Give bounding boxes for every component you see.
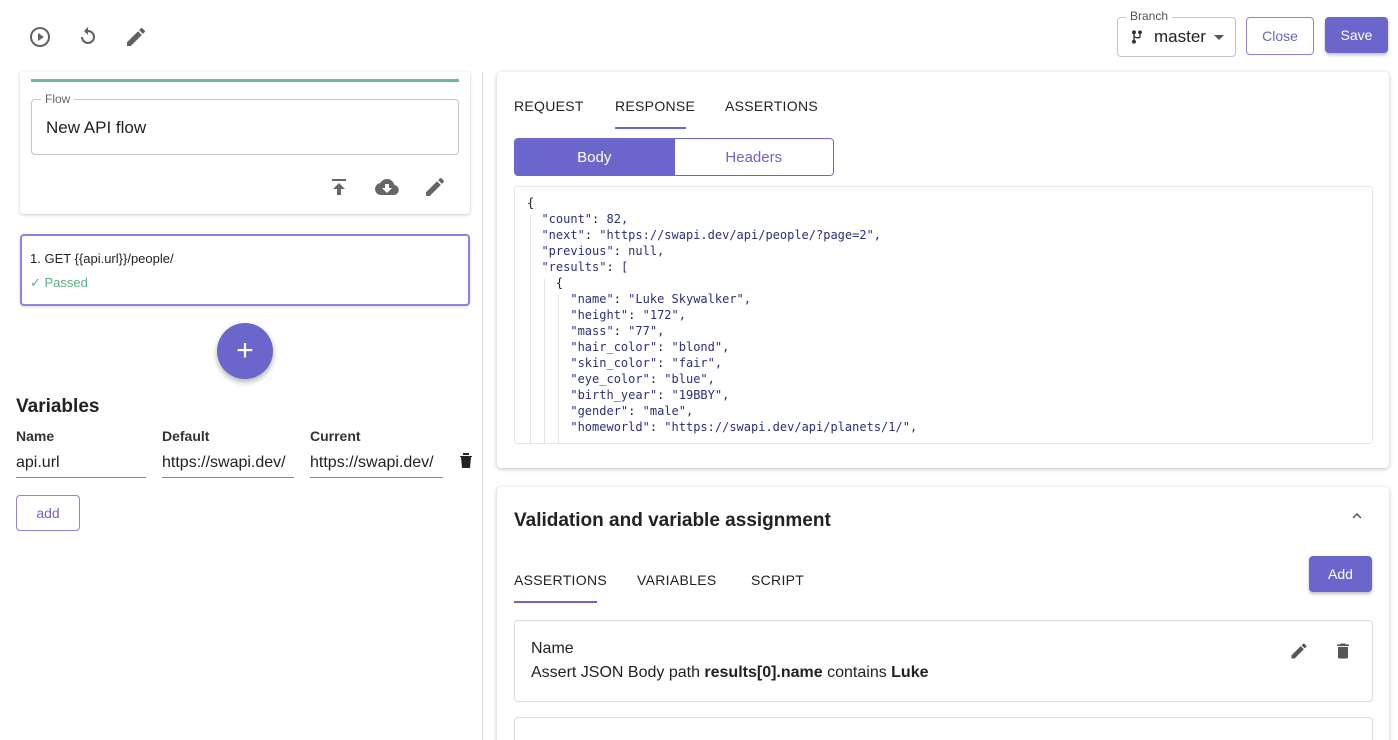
edit-assertion-icon[interactable] [1289,641,1309,661]
step-card[interactable]: 1. GET {{api.url}}/people/ ✓ Passed [20,234,470,306]
progress-bar [31,79,459,82]
tab-val-assertions[interactable]: ASSERTIONS [514,572,607,588]
upload-icon[interactable] [327,175,351,199]
flow-field-label: Flow [41,92,75,106]
flow-name-field[interactable]: Flow New API flow [31,92,459,155]
tab-request[interactable]: REQUEST [514,98,584,114]
var-current-input[interactable]: https://swapi.dev/ [310,452,443,478]
assertion-item: Name Assert JSON Body path results[0].na… [514,620,1373,702]
add-variable-button[interactable]: add [16,495,80,531]
body-headers-toggle: Body Headers [514,138,834,176]
segment-headers[interactable]: Headers [673,139,833,175]
close-button[interactable]: Close [1246,17,1314,55]
tab-response[interactable]: RESPONSE [615,98,695,114]
validation-title: Validation and variable assignment [514,510,831,531]
pencil-icon[interactable] [423,175,447,199]
delete-assertion-icon[interactable] [1333,641,1353,661]
response-body-viewer[interactable]: { "count": 82, "next": "https://swapi.de… [514,186,1373,444]
assertion-item [514,717,1373,740]
tab-val-script[interactable]: SCRIPT [751,572,804,588]
var-header-default: Default [162,428,210,444]
edit-flow-icon[interactable] [123,24,149,50]
assertion-path: results[0].name [704,664,823,681]
add-step-button[interactable]: + [217,323,273,379]
git-branch-icon [1131,30,1142,44]
variables-title: Variables [16,396,100,417]
validation-card: Validation and variable assignment ASSER… [497,487,1389,740]
assertion-value: Luke [891,664,929,681]
flow-name-value: New API flow [46,118,147,137]
step-status: ✓ Passed [30,275,88,290]
tab-assertions[interactable]: ASSERTIONS [725,98,818,114]
panel-divider [482,72,483,740]
save-button[interactable]: Save [1325,17,1388,53]
indent-guide [544,279,545,443]
plus-icon: + [236,334,254,367]
response-card: REQUEST RESPONSE ASSERTIONS Body Headers… [497,72,1389,468]
tab-val-assertions-indicator [514,601,597,603]
reset-icon[interactable] [75,24,101,50]
response-body-text: { "count": 82, "next": "https://swapi.de… [527,196,918,434]
branch-value: master [1154,27,1206,46]
var-name-input[interactable]: api.url [16,452,146,478]
tab-val-variables[interactable]: VARIABLES [637,572,716,588]
assertion-description: Assert JSON Body path results[0].name co… [531,664,929,681]
segment-body[interactable]: Body [515,139,674,175]
var-header-current: Current [310,428,361,444]
add-assertion-button[interactable]: Add [1309,556,1372,592]
branch-select[interactable]: Branch master [1117,9,1236,57]
delete-variable-icon[interactable] [459,452,473,468]
branch-label: Branch [1126,9,1173,23]
flow-card: Flow New API flow [20,72,470,214]
var-header-name: Name [16,428,55,444]
cloud-download-icon[interactable] [375,175,399,199]
var-default-input[interactable]: https://swapi.dev/ [162,452,294,478]
assertion-name: Name [531,640,574,657]
dropdown-caret-icon [1214,35,1224,40]
tab-response-indicator [615,127,686,129]
chevron-up-icon[interactable] [1348,507,1366,525]
run-flow-icon[interactable] [27,24,53,50]
indent-guide [530,215,531,443]
step-title: 1. GET {{api.url}}/people/ [30,251,174,266]
indent-guide [558,295,559,443]
